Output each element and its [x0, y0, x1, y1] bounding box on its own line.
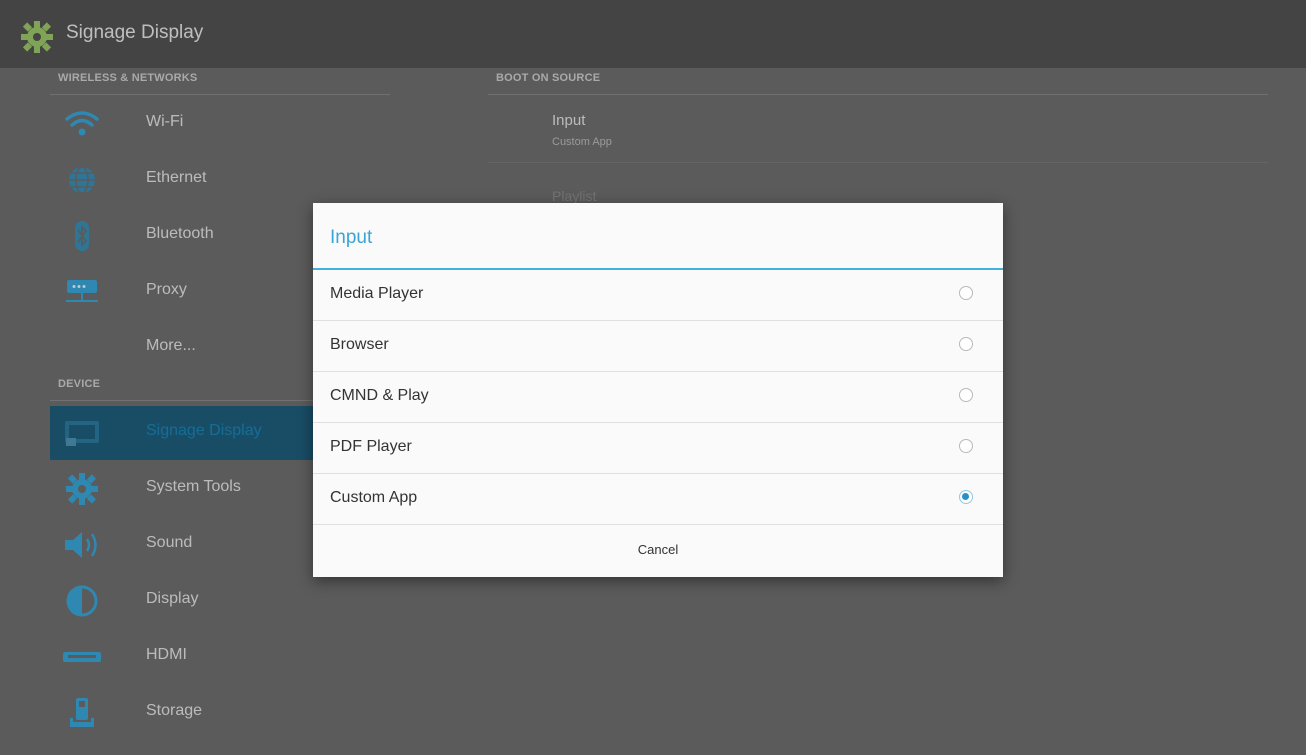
input-dialog: Input Media Player Browser CMND & Play P…: [313, 203, 1003, 577]
option-label: CMND & Play: [330, 387, 429, 404]
cancel-button[interactable]: Cancel: [313, 523, 1003, 577]
option-cmnd-play[interactable]: CMND & Play: [313, 372, 1003, 423]
dialog-title: Input: [330, 227, 373, 248]
option-browser[interactable]: Browser: [313, 321, 1003, 372]
option-pdf-player[interactable]: PDF Player: [313, 423, 1003, 474]
option-label: PDF Player: [330, 438, 412, 455]
radio-unchecked-icon[interactable]: [959, 388, 973, 402]
option-label: Media Player: [330, 285, 424, 302]
radio-unchecked-icon[interactable]: [959, 286, 973, 300]
radio-unchecked-icon[interactable]: [959, 337, 973, 351]
option-custom-app[interactable]: Custom App: [313, 474, 1003, 525]
option-label: Browser: [330, 336, 389, 353]
option-media-player[interactable]: Media Player: [313, 270, 1003, 321]
option-label: Custom App: [330, 489, 418, 506]
radio-checked-icon[interactable]: [959, 490, 973, 504]
radio-unchecked-icon[interactable]: [959, 439, 973, 453]
